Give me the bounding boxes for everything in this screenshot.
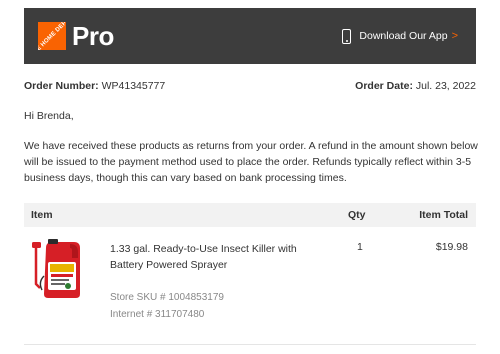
logo-text: THE HOME DEPOT [38, 22, 66, 50]
email-header: THE HOME DEPOT Pro Download Our App > [24, 8, 476, 64]
chevron-right-icon: > [451, 30, 458, 42]
product-total: $19.98 [435, 241, 468, 253]
download-app-label: Download Our App [359, 30, 448, 42]
order-date-value: Jul. 23, 2022 [415, 80, 476, 92]
greeting: Hi Brenda, [24, 110, 74, 122]
order-info: Order Number: WP41345777 Order Date: Jul… [24, 80, 476, 92]
product-name[interactable]: 1.33 gal. Ready-to-Use Insect Killer wit… [110, 241, 320, 273]
product-qty: 1 [357, 241, 363, 253]
download-app-link[interactable]: Download Our App > [342, 28, 458, 44]
order-number-value: WP41345777 [101, 80, 166, 92]
return-message: We have received these products as retur… [24, 140, 478, 184]
column-header-total: Item Total [419, 209, 468, 221]
pro-wordmark: Pro [72, 20, 114, 51]
row-divider [24, 344, 476, 345]
brand[interactable]: THE HOME DEPOT Pro [38, 21, 114, 52]
insect-killer-jug-image[interactable] [30, 236, 84, 302]
items-table-header: Item Qty Item Total [24, 203, 476, 227]
order-number-label: Order Number: [24, 80, 99, 92]
order-date-label: Order Date: [355, 80, 413, 92]
product-store-sku: Store SKU # 1004853179 [110, 292, 224, 303]
column-header-qty: Qty [348, 209, 366, 221]
order-number: Order Number: WP41345777 [24, 80, 165, 92]
product-internet-number: Internet # 311707480 [110, 309, 205, 320]
order-date: Order Date: Jul. 23, 2022 [355, 80, 476, 92]
column-header-item: Item [31, 209, 53, 221]
home-depot-logo[interactable]: THE HOME DEPOT [38, 22, 66, 50]
phone-icon [342, 28, 352, 44]
